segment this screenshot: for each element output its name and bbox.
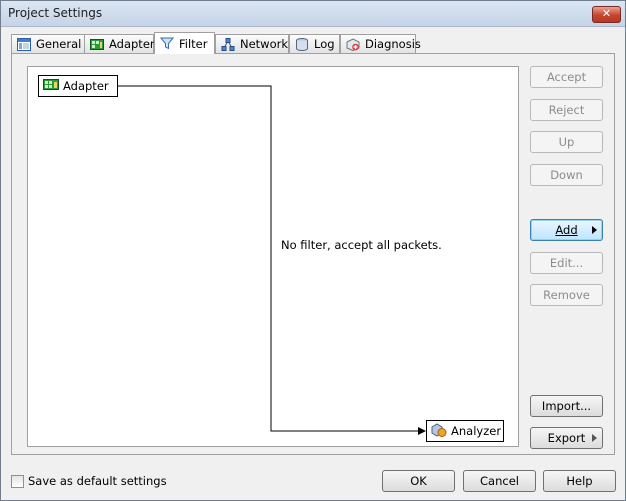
tab-log[interactable]: Log [289, 34, 340, 53]
add-button[interactable]: Add [530, 219, 603, 241]
reject-button[interactable]: Reject [530, 99, 603, 121]
adapter-node[interactable]: Adapter [38, 75, 118, 97]
tab-general-label: General [36, 37, 82, 51]
dropdown-arrow-icon [592, 434, 597, 442]
tab-filter[interactable]: Filter [154, 32, 215, 54]
diagnosis-icon [346, 37, 360, 51]
up-button[interactable]: Up [530, 131, 603, 153]
analyzer-node[interactable]: Analyzer [426, 420, 504, 442]
help-button[interactable]: Help [543, 470, 616, 492]
connector-lines [118, 85, 426, 435]
save-default-checkbox-row[interactable]: Save as default settings [11, 474, 167, 488]
add-button-label: Add [555, 223, 578, 237]
dropdown-arrow-icon [592, 226, 597, 234]
export-button[interactable]: Export [530, 427, 603, 449]
remove-button[interactable]: Remove [530, 284, 603, 306]
filter-graph-canvas: Adapter Analyzer No filter, accept all p… [27, 66, 519, 447]
adapter-node-icon [43, 78, 59, 94]
tab-diagnosis[interactable]: Diagnosis [340, 34, 421, 53]
filter-icon [159, 37, 175, 50]
analyzer-node-label: Analyzer [451, 424, 502, 438]
log-icon [295, 37, 309, 51]
network-icon [221, 37, 235, 51]
tab-adapter-label: Adapter [109, 37, 155, 51]
adapter-node-label: Adapter [63, 79, 109, 93]
tab-log-label: Log [314, 37, 335, 51]
import-button[interactable]: Import... [530, 395, 603, 417]
save-default-label: Save as default settings [28, 474, 167, 488]
general-icon [17, 37, 31, 51]
tab-general[interactable]: General [11, 34, 85, 53]
ok-button[interactable]: OK [382, 470, 455, 492]
edit-button[interactable]: Edit... [530, 252, 603, 274]
window-title: Project Settings [8, 6, 103, 20]
save-default-checkbox[interactable] [11, 474, 24, 488]
close-button[interactable]: ✕ [592, 6, 621, 23]
filter-tab-panel: Adapter Analyzer No filter, accept all p… [11, 53, 615, 455]
tab-diagnosis-label: Diagnosis [365, 37, 421, 51]
tab-filter-label: Filter [179, 36, 208, 51]
adapter-icon [90, 38, 104, 51]
project-settings-dialog: Project Settings ✕ General Adapter Filte… [0, 0, 626, 501]
tab-adapter[interactable]: Adapter [84, 34, 155, 53]
title-bar: Project Settings ✕ [1, 1, 625, 27]
accept-button[interactable]: Accept [530, 66, 603, 88]
tab-network-label: Network [240, 37, 289, 51]
down-button[interactable]: Down [530, 164, 603, 186]
analyzer-node-icon [431, 422, 447, 440]
export-button-label: Export [547, 431, 586, 445]
tab-network[interactable]: Network [215, 34, 289, 53]
cancel-button[interactable]: Cancel [463, 470, 536, 492]
no-filter-message: No filter, accept all packets. [281, 238, 442, 252]
